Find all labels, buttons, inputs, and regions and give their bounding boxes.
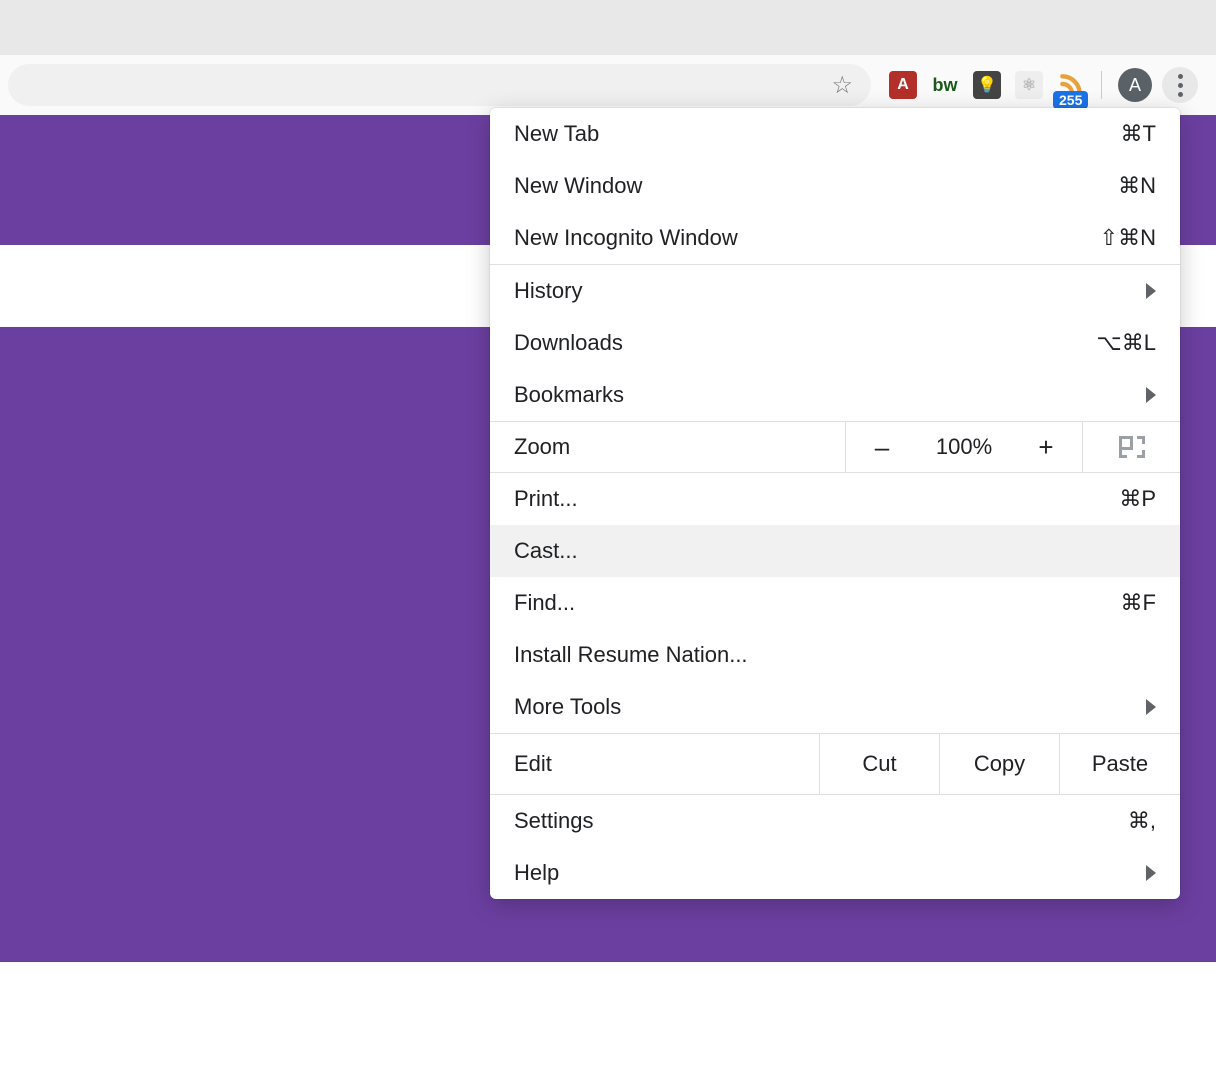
chevron-right-icon	[1146, 387, 1156, 403]
menu-shortcut: ⌘P	[1119, 486, 1156, 512]
chrome-main-menu: New Tab ⌘T New Window ⌘N New Incognito W…	[490, 108, 1180, 899]
zoom-label: Zoom	[514, 434, 570, 460]
menu-bookmarks[interactable]: Bookmarks	[490, 369, 1180, 421]
menu-downloads[interactable]: Downloads ⌥⌘L	[490, 317, 1180, 369]
menu-label: Print...	[514, 486, 578, 512]
extension-icon-atom[interactable]: ⚛	[1015, 71, 1043, 99]
vertical-dots-icon	[1178, 74, 1183, 97]
profile-avatar[interactable]: A	[1118, 68, 1152, 102]
extension-icon-rss[interactable]: 255	[1057, 71, 1085, 99]
chevron-right-icon	[1146, 283, 1156, 299]
menu-zoom: Zoom – 100% +	[490, 422, 1180, 472]
browser-tab-strip	[0, 0, 1216, 55]
avatar-initial: A	[1129, 75, 1141, 96]
menu-new-incognito[interactable]: New Incognito Window ⇧⌘N	[490, 212, 1180, 264]
chevron-right-icon	[1146, 699, 1156, 715]
extension-icons: A bw 💡 ⚛ 255	[889, 71, 1085, 99]
chevron-right-icon	[1146, 865, 1156, 881]
bookmark-star-icon[interactable]: ☆	[831, 71, 853, 100]
menu-label: New Tab	[514, 121, 599, 147]
menu-new-tab[interactable]: New Tab ⌘T	[490, 108, 1180, 160]
chrome-menu-button[interactable]	[1162, 67, 1198, 103]
menu-edit: Edit Cut Copy Paste	[490, 734, 1180, 794]
menu-shortcut: ⌘F	[1121, 590, 1156, 616]
menu-print[interactable]: Print... ⌘P	[490, 473, 1180, 525]
menu-label: More Tools	[514, 694, 621, 720]
menu-label: History	[514, 278, 582, 304]
menu-settings[interactable]: Settings ⌘,	[490, 795, 1180, 847]
menu-label: Bookmarks	[514, 382, 624, 408]
fullscreen-icon	[1119, 436, 1145, 458]
toolbar-divider	[1101, 71, 1102, 99]
menu-shortcut: ⌘N	[1118, 173, 1156, 199]
menu-help[interactable]: Help	[490, 847, 1180, 899]
menu-history[interactable]: History	[490, 265, 1180, 317]
menu-shortcut: ⌘T	[1121, 121, 1156, 147]
menu-label: Help	[514, 860, 559, 886]
browser-toolbar: ☆ A bw 💡 ⚛ 255 A	[0, 55, 1216, 115]
menu-shortcut: ⌥⌘L	[1096, 330, 1156, 356]
menu-label: Install Resume Nation...	[514, 642, 748, 668]
menu-label: New Window	[514, 173, 642, 199]
menu-label: New Incognito Window	[514, 225, 738, 251]
zoom-out-button[interactable]: –	[846, 422, 918, 472]
menu-label: Settings	[514, 808, 594, 834]
rss-badge-count: 255	[1053, 91, 1088, 109]
fullscreen-button[interactable]	[1082, 422, 1180, 472]
edit-cut-button[interactable]: Cut	[820, 734, 940, 794]
menu-new-window[interactable]: New Window ⌘N	[490, 160, 1180, 212]
extension-icon-bulb[interactable]: 💡	[973, 71, 1001, 99]
zoom-level: 100%	[918, 422, 1010, 472]
menu-label: Cast...	[514, 538, 578, 564]
menu-install-app[interactable]: Install Resume Nation...	[490, 629, 1180, 681]
extension-icon-1[interactable]: A	[889, 71, 917, 99]
edit-label: Edit	[514, 751, 552, 777]
zoom-in-button[interactable]: +	[1010, 422, 1082, 472]
menu-shortcut: ⌘,	[1128, 808, 1156, 834]
menu-label: Downloads	[514, 330, 623, 356]
edit-paste-button[interactable]: Paste	[1060, 734, 1180, 794]
menu-cast[interactable]: Cast...	[490, 525, 1180, 577]
menu-more-tools[interactable]: More Tools	[490, 681, 1180, 733]
menu-shortcut: ⇧⌘N	[1100, 225, 1156, 251]
menu-label: Find...	[514, 590, 575, 616]
edit-copy-button[interactable]: Copy	[940, 734, 1060, 794]
extension-icon-bw[interactable]: bw	[931, 71, 959, 99]
menu-find[interactable]: Find... ⌘F	[490, 577, 1180, 629]
address-bar[interactable]: ☆	[8, 64, 871, 106]
